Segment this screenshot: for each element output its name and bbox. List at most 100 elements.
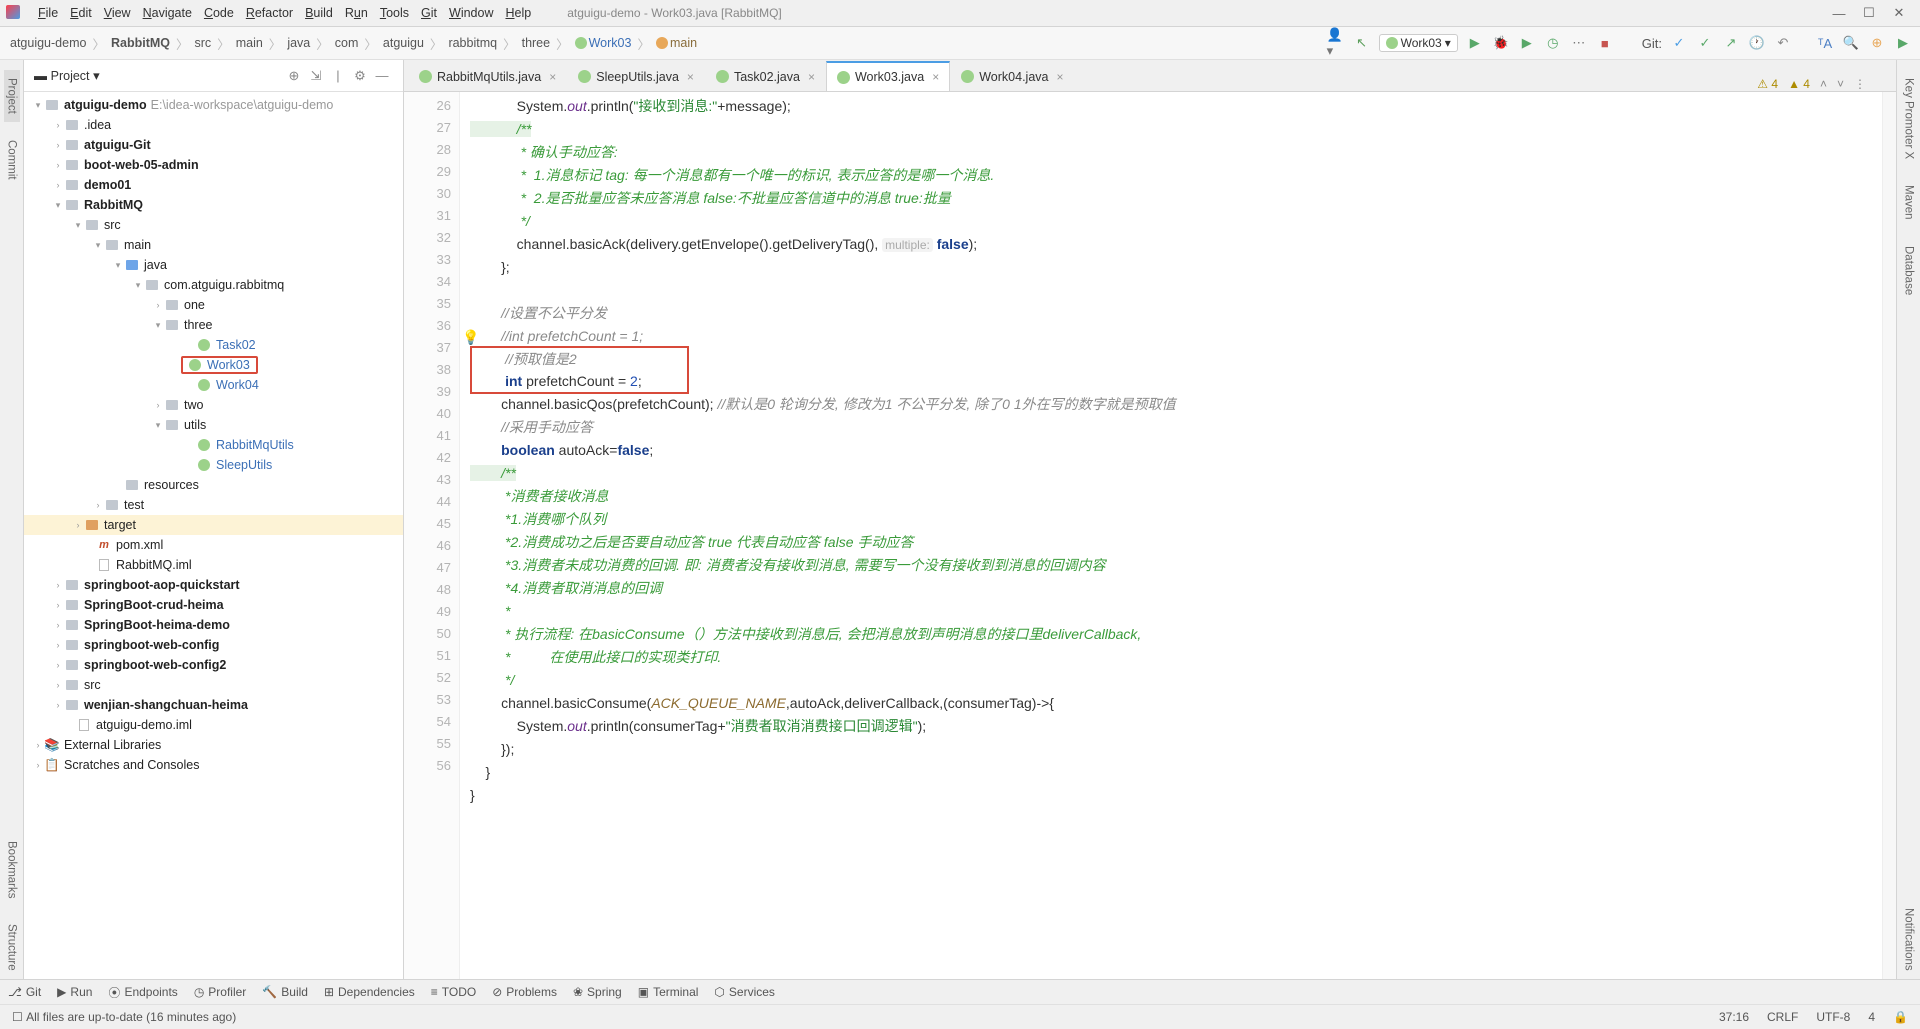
- menu-run[interactable]: Run: [339, 6, 374, 20]
- menu-refactor[interactable]: Refactor: [240, 6, 299, 20]
- error-stripe[interactable]: [1882, 92, 1896, 979]
- lock-icon[interactable]: 🔒: [1893, 1010, 1908, 1024]
- user-icon[interactable]: 👤▾: [1327, 34, 1345, 52]
- menu-navigate[interactable]: Navigate: [137, 6, 198, 20]
- crumb-module[interactable]: RabbitMQ: [109, 36, 172, 50]
- build-hammer-icon[interactable]: ↖: [1353, 34, 1371, 52]
- crumb-java[interactable]: java: [285, 36, 312, 50]
- line-separator[interactable]: CRLF: [1767, 1010, 1798, 1024]
- tab-work04[interactable]: Work04.java×: [950, 61, 1074, 91]
- crumb-com[interactable]: com: [333, 36, 361, 50]
- crumb-atguigu[interactable]: atguigu: [381, 36, 426, 50]
- bottom-spring[interactable]: ❀ Spring: [573, 985, 622, 999]
- ide-settings-icon[interactable]: ⊕: [1868, 34, 1886, 52]
- file-encoding[interactable]: UTF-8: [1816, 1010, 1850, 1024]
- bottom-dependencies[interactable]: ⊞ Dependencies: [324, 985, 415, 999]
- stop-icon[interactable]: ■: [1596, 34, 1614, 52]
- menu-code[interactable]: Code: [198, 6, 240, 20]
- crumb-method[interactable]: main: [654, 36, 699, 50]
- bottom-profiler[interactable]: ◷ Profiler: [194, 985, 247, 999]
- hide-icon[interactable]: —: [371, 68, 393, 83]
- warning-badge-2: ▲ 4: [1788, 77, 1810, 91]
- more-icon[interactable]: ⋮: [1854, 77, 1866, 91]
- profile-icon[interactable]: ◷: [1544, 34, 1562, 52]
- git-push-icon[interactable]: ↗: [1722, 34, 1740, 52]
- tab-rabbitmqutils[interactable]: RabbitMqUtils.java×: [408, 61, 567, 91]
- project-tree[interactable]: ▾atguigu-demoE:\idea-workspace\atguigu-d…: [24, 92, 403, 979]
- toolbar-right: 👤▾ ↖ Work03 ▾ ▶ 🐞 ▶ ◷ ⋯ ■ Git: ✓ ✓ ↗ 🕐 ↶…: [1327, 34, 1912, 52]
- tab-sleeputils[interactable]: SleepUtils.java×: [567, 61, 705, 91]
- coverage-icon[interactable]: ▶: [1518, 34, 1536, 52]
- tab-bookmarks[interactable]: Bookmarks: [4, 833, 20, 907]
- close-button[interactable]: ✕: [1884, 5, 1914, 21]
- code-content[interactable]: System.out.println("接收到消息:"+message); /*…: [460, 92, 1882, 979]
- git-label: Git:: [1642, 36, 1662, 51]
- tree-work03-highlighted[interactable]: Work03: [24, 355, 403, 375]
- tab-task02[interactable]: Task02.java×: [705, 61, 826, 91]
- menu-build[interactable]: Build: [299, 6, 339, 20]
- run-config-dropdown[interactable]: Work03 ▾: [1379, 34, 1458, 52]
- crumb-three[interactable]: three: [520, 36, 553, 50]
- indent-info[interactable]: 4: [1868, 1010, 1875, 1024]
- caret-position[interactable]: 37:16: [1719, 1010, 1749, 1024]
- vcs-icon[interactable]: ☐: [12, 1010, 23, 1024]
- crumb-class[interactable]: Work03: [573, 36, 634, 50]
- bottom-build[interactable]: 🔨 Build: [262, 985, 308, 999]
- more-icon[interactable]: ⋯: [1570, 34, 1588, 52]
- git-update-icon[interactable]: ✓: [1670, 34, 1688, 52]
- tab-maven[interactable]: Maven: [1901, 177, 1917, 228]
- editor: RabbitMqUtils.java× SleepUtils.java× Tas…: [404, 60, 1896, 979]
- translate-icon[interactable]: ᵀA: [1816, 34, 1834, 52]
- menu-bar: FFileile Edit View Navigate Code Refacto…: [0, 0, 1920, 27]
- search-everywhere-icon[interactable]: 🔍: [1842, 34, 1860, 52]
- crumb-main[interactable]: main: [234, 36, 265, 50]
- editor-warnings[interactable]: ⚠ 4 ▲ 4 ˄ ˅ ⋮: [1757, 77, 1896, 91]
- git-commit-icon[interactable]: ✓: [1696, 34, 1714, 52]
- chevron-up-icon[interactable]: ˄: [1820, 77, 1827, 91]
- minimize-button[interactable]: —: [1824, 6, 1854, 21]
- collapse-icon[interactable]: ⇲: [305, 68, 327, 84]
- bottom-services[interactable]: ⬡ Services: [714, 985, 775, 999]
- tab-database[interactable]: Database: [1901, 238, 1917, 303]
- crumb-rabbitmq[interactable]: rabbitmq: [446, 36, 499, 50]
- menu-tools[interactable]: Tools: [374, 6, 415, 20]
- settings-gear-icon[interactable]: ⚙: [349, 68, 371, 84]
- tab-structure[interactable]: Structure: [4, 916, 20, 979]
- bottom-endpoints[interactable]: ⦿ Endpoints: [108, 984, 177, 1001]
- bottom-todo[interactable]: ≡ TODO: [431, 985, 476, 999]
- run-anything-icon[interactable]: ▶: [1894, 34, 1912, 52]
- menu-view[interactable]: View: [98, 6, 137, 20]
- tree-target-selected[interactable]: ›target: [24, 515, 403, 535]
- tab-notifications[interactable]: Notifications: [1901, 900, 1917, 979]
- tab-key-promoter[interactable]: Key Promoter X: [1901, 70, 1917, 167]
- bottom-tool-bar: ⎇ Git ▶ Run ⦿ Endpoints ◷ Profiler 🔨 Bui…: [0, 979, 1920, 1004]
- debug-icon[interactable]: 🐞: [1492, 34, 1510, 52]
- status-message: All files are up-to-date (16 minutes ago…: [26, 1010, 236, 1024]
- menu-git[interactable]: Git: [415, 6, 443, 20]
- tab-commit[interactable]: Commit: [4, 132, 20, 188]
- run-icon[interactable]: ▶: [1466, 34, 1484, 52]
- maximize-button[interactable]: ☐: [1854, 5, 1884, 21]
- left-tool-stripe: Project Commit Bookmarks Structure: [0, 60, 24, 979]
- git-rollback-icon[interactable]: ↶: [1774, 34, 1792, 52]
- line-gutter[interactable]: 2627282930313233343536373839404142434445…: [404, 92, 460, 979]
- tab-work03[interactable]: Work03.java×: [826, 61, 950, 91]
- menu-file[interactable]: FFileile: [32, 6, 64, 20]
- project-sidebar: ▬ Project ▾ ⊕ ⇲ | ⚙ — ▾atguigu-demoE:\id…: [24, 60, 404, 979]
- bottom-run[interactable]: ▶ Run: [57, 985, 92, 999]
- menu-window[interactable]: Window: [443, 6, 499, 20]
- git-history-icon[interactable]: 🕐: [1748, 34, 1766, 52]
- chevron-down-icon[interactable]: ˅: [1837, 77, 1844, 91]
- tab-project[interactable]: Project: [4, 70, 20, 122]
- bottom-git[interactable]: ⎇ Git: [8, 985, 41, 999]
- warning-badge: ⚠ 4: [1757, 77, 1778, 91]
- menu-edit[interactable]: Edit: [64, 6, 98, 20]
- scroll-from-icon[interactable]: ⊕: [283, 68, 305, 84]
- crumb-project[interactable]: atguigu-demo: [8, 36, 88, 50]
- menu-help[interactable]: Help: [499, 6, 537, 20]
- bottom-terminal[interactable]: ▣ Terminal: [638, 985, 699, 999]
- window-title: atguigu-demo - Work03.java [RabbitMQ]: [567, 6, 782, 20]
- crumb-src[interactable]: src: [193, 36, 214, 50]
- bottom-problems[interactable]: ⊘ Problems: [492, 985, 557, 999]
- intention-bulb-icon[interactable]: 💡: [462, 329, 479, 346]
